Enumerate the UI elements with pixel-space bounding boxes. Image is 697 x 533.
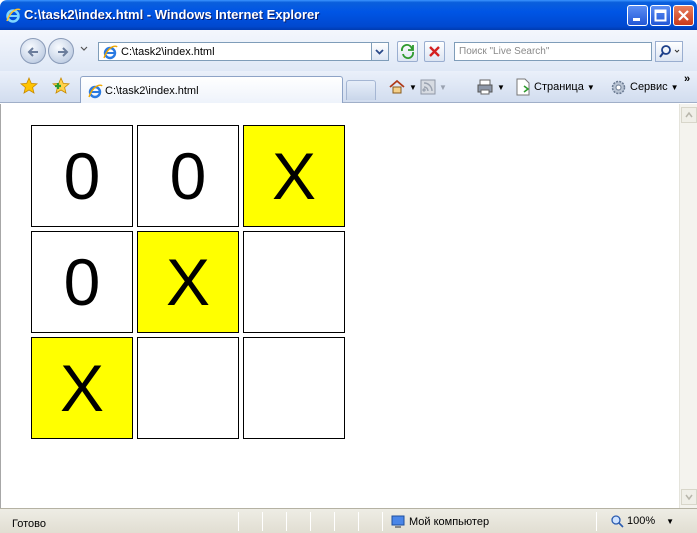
status-text: Готово (12, 518, 46, 530)
content-frame-edge (0, 104, 9, 508)
minimize-icon (633, 18, 640, 21)
print-icon (477, 79, 493, 95)
favorites-star-icon[interactable] (20, 77, 38, 95)
status-bar: Готово Мой компьютер 100% ▼ (0, 508, 697, 533)
tools-menu-label: Сервис (630, 81, 668, 93)
status-divider (286, 512, 287, 531)
zoom-dropdown-icon[interactable]: ▼ (666, 517, 674, 526)
home-dropdown-icon[interactable]: ▼ (409, 83, 417, 92)
home-icon (389, 79, 405, 94)
tab-ie-icon (88, 84, 103, 99)
new-tab-button[interactable] (346, 80, 376, 100)
zoom-icon (611, 515, 624, 528)
page-icon (516, 78, 530, 96)
zone-label: Мой компьютер (409, 516, 490, 528)
chevron-down-icon (375, 49, 384, 55)
stop-button[interactable] (424, 41, 445, 62)
search-button[interactable] (655, 41, 683, 62)
title-bar: C:\task2\index.html - Windows Internet E… (0, 0, 697, 30)
window-title: C:\task2\index.html - Windows Internet E… (24, 7, 320, 22)
board-cell[interactable]: 0 (31, 231, 133, 333)
address-input[interactable]: C:\task2\index.html (98, 42, 372, 61)
address-url: C:\task2\index.html (121, 46, 215, 58)
close-icon (678, 10, 689, 21)
scroll-up-button[interactable] (681, 107, 697, 123)
tab-label: C:\task2\index.html (105, 85, 199, 97)
board-cell[interactable] (243, 231, 345, 333)
board-row: 0 X (31, 231, 345, 333)
page-content: 0 0 X 0 X X (9, 104, 679, 508)
refresh-icon (401, 44, 414, 59)
search-icon (659, 45, 680, 58)
status-divider (238, 512, 239, 531)
status-divider (596, 512, 597, 531)
search-input[interactable]: Поиск "Live Search" (454, 42, 652, 61)
ie-logo-icon (6, 8, 21, 23)
board-cell[interactable]: 0 (31, 125, 133, 227)
home-button[interactable]: ▼ (388, 77, 417, 97)
recent-pages-dropdown-icon[interactable] (79, 44, 89, 54)
page-ie-icon (103, 45, 118, 60)
my-computer-icon (391, 515, 405, 528)
board-row: X (31, 337, 345, 439)
feeds-dropdown-icon[interactable]: ▼ (439, 83, 447, 92)
scroll-up-icon (685, 111, 693, 118)
page-menu-label: Страница (534, 81, 584, 93)
tic-tac-toe-board: 0 0 X 0 X X (27, 121, 349, 443)
board-cell[interactable]: X (243, 125, 345, 227)
maximize-button[interactable] (650, 5, 671, 26)
scroll-down-icon (685, 494, 693, 501)
back-button[interactable] (20, 38, 46, 64)
security-zone[interactable]: Мой компьютер (390, 514, 489, 530)
board-row: 0 0 X (31, 125, 345, 227)
address-dropdown-button[interactable] (372, 42, 389, 61)
stop-icon (429, 46, 440, 57)
maximize-icon (654, 9, 667, 22)
add-favorite-icon[interactable] (52, 77, 70, 95)
status-divider (358, 512, 359, 531)
more-commands-button[interactable]: » (684, 73, 690, 85)
close-button[interactable] (673, 5, 694, 26)
tools-menu-button[interactable]: Сервис ▼ (610, 77, 679, 97)
tab-index[interactable]: C:\task2\index.html (80, 76, 343, 103)
board-cell[interactable] (243, 337, 345, 439)
zoom-control[interactable]: 100% ▼ (610, 514, 674, 528)
feeds-button[interactable]: ▼ (420, 77, 447, 97)
print-button[interactable]: ▼ (476, 77, 505, 97)
minimize-button[interactable] (627, 5, 648, 26)
address-toolbar: C:\task2\index.html Поиск "Live Search" (0, 30, 697, 71)
page-menu-button[interactable]: Страница ▼ (515, 77, 595, 97)
tab-command-bar: C:\task2\index.html ▼ ▼ ▼ Страница ▼ Сер… (0, 71, 697, 103)
status-divider (334, 512, 335, 531)
back-arrow-icon (27, 47, 38, 57)
tools-gear-icon (611, 80, 626, 94)
tools-dropdown-icon: ▼ (670, 82, 679, 92)
board-cell[interactable] (137, 337, 239, 439)
feeds-icon (420, 79, 436, 95)
print-dropdown-icon[interactable]: ▼ (497, 83, 505, 92)
status-divider (382, 512, 383, 531)
board-cell[interactable]: 0 (137, 125, 239, 227)
status-divider (310, 512, 311, 531)
zoom-label: 100% (627, 515, 656, 527)
scroll-down-button[interactable] (681, 489, 697, 505)
forward-arrow-icon (58, 47, 69, 57)
search-placeholder: Поиск "Live Search" (459, 46, 550, 57)
forward-button[interactable] (48, 38, 74, 64)
vertical-scrollbar[interactable] (679, 104, 697, 508)
board-cell[interactable]: X (137, 231, 239, 333)
status-divider (262, 512, 263, 531)
board-cell[interactable]: X (31, 337, 133, 439)
page-dropdown-icon: ▼ (586, 82, 595, 92)
refresh-button[interactable] (397, 41, 418, 62)
